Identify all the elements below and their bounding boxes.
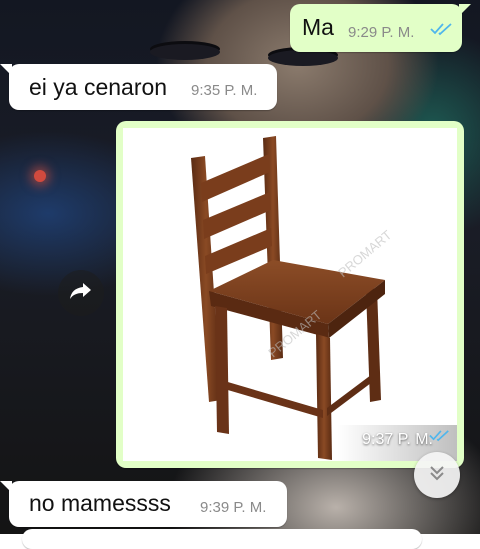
message-text: no mamessss	[29, 490, 171, 516]
message-bubble-incoming[interactable]: ei ya cenaron 9:35 P. M.	[0, 64, 277, 110]
message-time: 9:37 P. M.	[362, 431, 433, 448]
forward-button[interactable]	[58, 270, 104, 316]
message-text: ei ya cenaron	[29, 74, 168, 100]
message-bubble-partial[interactable]	[22, 529, 422, 549]
double-chevron-down-icon	[427, 463, 447, 488]
image-message-bubble[interactable]: PROMART PROMART 9:37 P. M.	[116, 121, 464, 468]
double-check-icon	[430, 22, 454, 41]
message-text: Ma	[302, 14, 334, 40]
message-time: 9:29 P. M.	[348, 24, 415, 41]
message-time: 9:35 P. M.	[191, 82, 258, 99]
chair-image[interactable]: PROMART PROMART 9:37 P. M.	[123, 128, 457, 461]
message-bubble-outgoing[interactable]: Ma 9:29 P. M.	[290, 4, 471, 52]
message-time: 9:39 P. M.	[200, 499, 267, 516]
svg-text:PROMART: PROMART	[335, 227, 394, 280]
forward-arrow-icon	[69, 281, 93, 306]
wallpaper-detail	[268, 50, 338, 66]
double-check-icon	[429, 429, 451, 447]
wallpaper-detail	[150, 44, 220, 60]
message-bubble-incoming[interactable]: no mamessss 9:39 P. M.	[0, 481, 287, 527]
scroll-to-bottom-button[interactable]	[414, 452, 460, 498]
wallpaper-light	[34, 170, 46, 182]
